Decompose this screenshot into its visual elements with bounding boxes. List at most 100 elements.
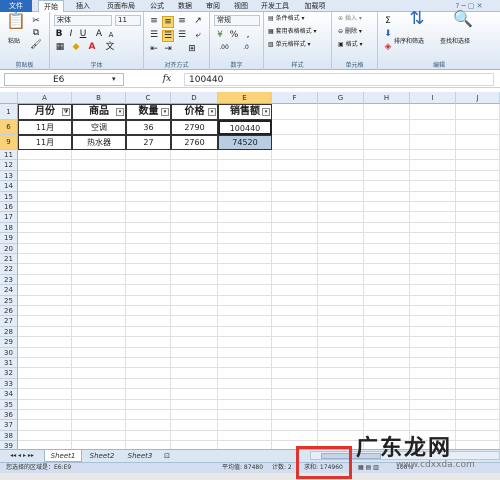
- italic-button[interactable]: I: [66, 29, 76, 39]
- number-format-select[interactable]: 常规: [214, 15, 260, 26]
- cell[interactable]: [456, 222, 500, 234]
- cell[interactable]: [126, 264, 171, 275]
- cell[interactable]: [456, 160, 500, 171]
- cell[interactable]: [18, 420, 72, 431]
- cell[interactable]: [456, 135, 500, 150]
- cell[interactable]: [126, 274, 171, 286]
- cell[interactable]: [18, 295, 72, 306]
- view-buttons-icon[interactable]: ▦ ▤ ▥: [358, 463, 379, 473]
- comma-button[interactable]: ,: [242, 30, 254, 40]
- cell[interactable]: [318, 135, 364, 150]
- cell[interactable]: [272, 264, 318, 275]
- filter-active-icon[interactable]: ⧩: [62, 108, 70, 116]
- cell[interactable]: [72, 368, 126, 379]
- font-size-select[interactable]: 11: [115, 15, 141, 26]
- conditional-formatting-button[interactable]: ▤ 条件格式 ▾: [268, 15, 305, 23]
- cell[interactable]: [171, 212, 218, 223]
- cell[interactable]: [18, 358, 72, 369]
- cell[interactable]: [218, 316, 272, 327]
- cell[interactable]: [272, 274, 318, 286]
- cell[interactable]: [218, 222, 272, 234]
- borders-icon[interactable]: ▦: [54, 42, 66, 52]
- row-header-1[interactable]: 1: [0, 104, 18, 120]
- cell[interactable]: [410, 295, 456, 306]
- cell[interactable]: [364, 181, 410, 192]
- insert-sheet-icon[interactable]: ⊡: [160, 450, 174, 462]
- cell[interactable]: [456, 191, 500, 202]
- row-header-23[interactable]: 23: [0, 274, 18, 286]
- cell[interactable]: [72, 420, 126, 431]
- cell[interactable]: [126, 378, 171, 390]
- row-header-24[interactable]: 24: [0, 285, 18, 296]
- cell[interactable]: [272, 295, 318, 306]
- cell[interactable]: [272, 104, 318, 120]
- cell[interactable]: [126, 420, 171, 431]
- cell[interactable]: [410, 378, 456, 390]
- column-header-C[interactable]: C: [126, 92, 171, 104]
- cell[interactable]: [171, 274, 218, 286]
- cell[interactable]: [171, 150, 218, 161]
- tab-formulas[interactable]: 公式: [146, 0, 168, 12]
- fill-down-icon[interactable]: ⬇: [382, 29, 394, 39]
- cell[interactable]: [364, 135, 410, 150]
- cell[interactable]: [318, 233, 364, 244]
- cell[interactable]: [126, 285, 171, 296]
- cell[interactable]: [18, 285, 72, 296]
- cell[interactable]: [272, 316, 318, 327]
- cell[interactable]: [171, 254, 218, 265]
- cell[interactable]: [18, 347, 72, 358]
- cell[interactable]: [126, 160, 171, 171]
- cell[interactable]: [72, 181, 126, 192]
- cell[interactable]: [171, 170, 218, 182]
- cell[interactable]: [456, 254, 500, 265]
- header-cell[interactable]: 销售额 ▾: [218, 104, 272, 120]
- cell[interactable]: [218, 389, 272, 400]
- cell[interactable]: [456, 378, 500, 390]
- format-cells-button[interactable]: ▣ 格式 ▾: [338, 41, 363, 49]
- cell[interactable]: [171, 368, 218, 379]
- cell[interactable]: [410, 202, 456, 213]
- cell[interactable]: [72, 389, 126, 400]
- cell[interactable]: [171, 222, 218, 234]
- cell[interactable]: [272, 243, 318, 254]
- cell[interactable]: [72, 295, 126, 306]
- font-name-select[interactable]: 宋体: [54, 15, 112, 26]
- sheet-tab-1[interactable]: Sheet1: [44, 450, 82, 462]
- cell[interactable]: [364, 104, 410, 120]
- cell[interactable]: [272, 233, 318, 244]
- cell[interactable]: [72, 337, 126, 348]
- paste-icon[interactable]: 📋: [6, 13, 26, 36]
- cell[interactable]: [18, 264, 72, 275]
- cell[interactable]: [18, 410, 72, 421]
- cell[interactable]: [318, 316, 364, 327]
- row-header-30[interactable]: 30: [0, 347, 18, 358]
- wrap-text-icon[interactable]: ⤶: [192, 30, 204, 40]
- cell[interactable]: [171, 399, 218, 410]
- cell[interactable]: [410, 104, 456, 120]
- align-top-icon[interactable]: ≡: [148, 16, 160, 26]
- cell[interactable]: [272, 120, 318, 135]
- cell[interactable]: [410, 306, 456, 317]
- indent-increase-icon[interactable]: ⇥: [162, 44, 174, 54]
- sheet-nav-arrows[interactable]: ◂◂ ◂ ▸ ▸▸: [2, 450, 42, 462]
- cell[interactable]: [72, 202, 126, 213]
- cell[interactable]: [318, 326, 364, 338]
- row-header-17[interactable]: 17: [0, 212, 18, 223]
- sheet-tab-3[interactable]: Sheet3: [122, 450, 158, 462]
- row-header-28[interactable]: 28: [0, 326, 18, 338]
- cell[interactable]: [456, 295, 500, 306]
- cell[interactable]: [18, 254, 72, 265]
- cell[interactable]: [456, 326, 500, 338]
- cell[interactable]: [272, 358, 318, 369]
- cell[interactable]: [171, 191, 218, 202]
- data-cell[interactable]: 热水器: [72, 135, 126, 150]
- cell[interactable]: [272, 337, 318, 348]
- column-header-B[interactable]: B: [72, 92, 126, 104]
- cell[interactable]: [72, 306, 126, 317]
- cell[interactable]: [272, 285, 318, 296]
- cell[interactable]: [410, 316, 456, 327]
- autosum-button[interactable]: Σ: [382, 16, 394, 26]
- cell[interactable]: [410, 368, 456, 379]
- cell[interactable]: [364, 399, 410, 410]
- cell[interactable]: [410, 337, 456, 348]
